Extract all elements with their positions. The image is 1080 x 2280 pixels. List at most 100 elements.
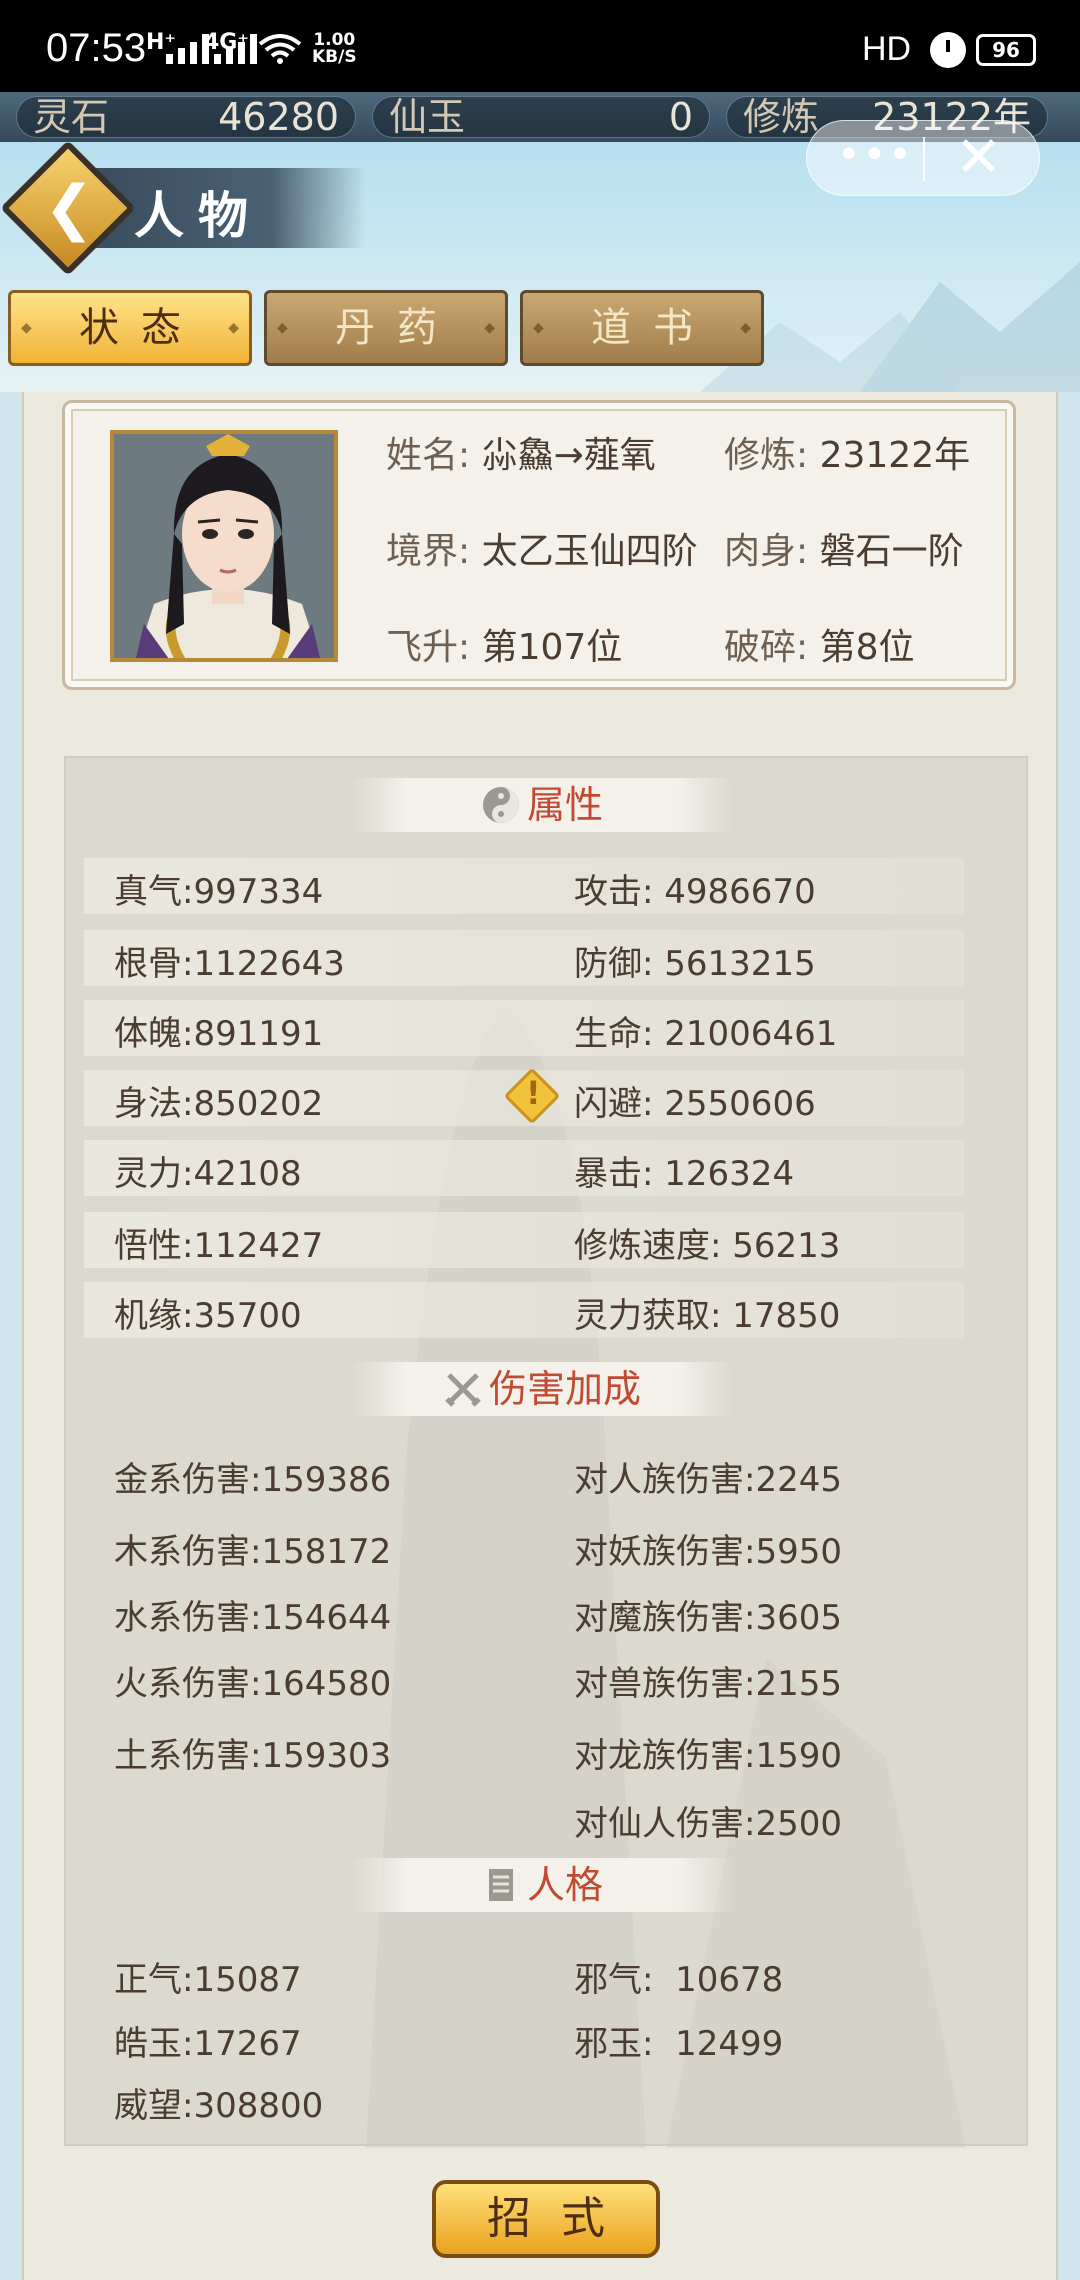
stat-value: 112427	[193, 1226, 324, 1266]
stat-label: 灵力:	[114, 1154, 194, 1194]
scroll-icon	[488, 1868, 513, 1901]
speed-unit: KB/S	[312, 47, 357, 67]
resource-label: 修炼	[743, 95, 820, 139]
stat-crit: 暴击: 126324	[574, 1146, 794, 1195]
stat-label: 威望:	[114, 2086, 194, 2126]
section-personality-header: 人格	[350, 1858, 734, 1912]
profile-body-value: 磐石一阶	[819, 531, 964, 572]
stat-vs-immortal: 对仙人伤害:2500	[574, 1796, 842, 1845]
profile-name-label: 姓名:	[386, 435, 471, 476]
profile-shatter-label: 破碎:	[724, 627, 809, 668]
stat-label: 金系伤害:	[114, 1460, 262, 1500]
stat-vs-devil: 对魔族伤害:3605	[574, 1590, 842, 1639]
section-damage-title: 伤害加成	[488, 1367, 641, 1411]
stat-value: 1122643	[193, 944, 345, 984]
stat-righteous: 正气:15087	[114, 1952, 302, 2001]
stat-label: 水系伤害:	[114, 1598, 262, 1638]
profile-realm-label: 境界:	[386, 531, 471, 572]
stat-label: 攻击:	[574, 872, 654, 912]
stat-value: 17267	[193, 2024, 302, 2064]
stat-life: 生命: 21006461	[574, 1006, 837, 1055]
hd-indicator: HD	[862, 30, 912, 68]
stat-evil-jade: 邪玉: 12499	[574, 2016, 783, 2065]
profile-cultivation: 修炼: 23122年	[724, 426, 970, 478]
stat-value: 850202	[193, 1084, 324, 1124]
stat-label: 对妖族伤害:	[574, 1532, 756, 1572]
stat-value: 3605	[755, 1598, 842, 1638]
stat-label: 暴击:	[574, 1154, 654, 1194]
section-attributes-header: 属性	[350, 778, 734, 832]
profile-realm: 境界: 太乙玉仙四阶	[386, 522, 698, 574]
skills-button[interactable]: 招式	[432, 2180, 660, 2258]
wifi-icon	[258, 34, 302, 64]
stat-value: 5950	[755, 1532, 842, 1572]
stat-water-damage: 水系伤害:154644	[114, 1590, 391, 1639]
tab-pills[interactable]: 丹药	[264, 290, 508, 366]
battery-indicator: 96	[976, 34, 1036, 66]
stat-value: 164580	[261, 1664, 392, 1704]
character-portrait	[114, 434, 334, 658]
stat-value: 15087	[193, 1960, 302, 2000]
crossed-swords-icon	[445, 1372, 481, 1407]
resource-spirit-stone: 灵石 46280	[16, 96, 356, 138]
stat-label: 灵力获取:	[574, 1296, 722, 1336]
resource-label: 仙玉	[389, 95, 466, 139]
stat-value: 2155	[755, 1664, 842, 1704]
stat-label: 对魔族伤害:	[574, 1598, 756, 1638]
stat-value: 2500	[755, 1804, 842, 1844]
resource-value: 46280	[218, 95, 339, 139]
profile-ascend-value: 第107位	[481, 627, 623, 668]
stat-label: 对兽族伤害:	[574, 1664, 756, 1704]
resource-value: 0	[668, 95, 693, 139]
yin-yang-icon	[482, 786, 519, 823]
stat-metal-damage: 金系伤害:159386	[114, 1452, 391, 1501]
stat-value: 2550606	[664, 1084, 816, 1124]
stat-label: 修炼速度:	[574, 1226, 722, 1266]
tab-status[interactable]: 状态	[8, 290, 252, 366]
stat-label: 生命:	[574, 1014, 654, 1054]
profile-name: 姓名: 尛鱻→薤氧	[386, 426, 656, 478]
stat-label: 防御:	[574, 944, 654, 984]
more-dots-icon[interactable]: •••	[837, 135, 914, 175]
stat-value: 308800	[193, 2086, 324, 2126]
stat-vs-human: 对人族伤害:2245	[574, 1452, 842, 1501]
profile-ascend-label: 飞升:	[386, 627, 471, 668]
stat-label: 邪气:	[574, 1960, 654, 2000]
stat-vs-dragon: 对龙族伤害:1590	[574, 1728, 842, 1777]
stat-value: 4986670	[664, 872, 816, 912]
profile-body-label: 肉身:	[724, 531, 809, 572]
profile-cultivation-label: 修炼:	[724, 435, 809, 476]
stat-label: 正气:	[114, 1960, 194, 2000]
avatar	[110, 430, 338, 662]
stat-value: 17850	[732, 1296, 841, 1336]
profile-name-value: 尛鱻→薤氧	[481, 435, 656, 476]
stat-label: 身法:	[114, 1084, 194, 1124]
stat-wuxing: 悟性:112427	[114, 1218, 323, 1267]
profile-body: 肉身: 磐石一阶	[724, 522, 964, 574]
stat-value: 10678	[675, 1960, 784, 2000]
stat-value: 2245	[755, 1460, 842, 1500]
resource-jade: 仙玉 0	[372, 96, 710, 138]
stat-value: 56213	[732, 1226, 841, 1266]
stat-dodge: 闪避: 2550606	[574, 1076, 816, 1125]
status-bar: 07:53 H⁺ 4G⁺ 1.00 KB/S HD 96	[0, 0, 1080, 92]
stat-value: 5613215	[664, 944, 816, 984]
tab-books[interactable]: 道书	[520, 290, 764, 366]
stat-label: 机缘:	[114, 1296, 194, 1336]
stat-vs-demon: 对妖族伤害:5950	[574, 1524, 842, 1573]
stat-value: 158172	[261, 1532, 392, 1572]
close-icon[interactable]: ✕	[955, 125, 1002, 190]
stat-value: 154644	[261, 1598, 392, 1638]
stat-value: 159386	[261, 1460, 392, 1500]
stat-label: 木系伤害:	[114, 1532, 262, 1572]
profile-shatter: 破碎: 第8位	[724, 618, 915, 670]
stat-label: 邪玉:	[574, 2024, 654, 2064]
stat-value: 1590	[755, 1736, 842, 1776]
stat-wood-damage: 木系伤害:158172	[114, 1524, 391, 1573]
chevron-left-icon[interactable]: ❮	[44, 178, 104, 238]
profile-ascend: 飞升: 第107位	[386, 618, 622, 670]
stat-label: 闪避:	[574, 1084, 654, 1124]
stat-evil: 邪气: 10678	[574, 1952, 783, 2001]
stat-label: 皓玉:	[114, 2024, 194, 2064]
stat-lingli-gain: 灵力获取: 17850	[574, 1288, 840, 1337]
